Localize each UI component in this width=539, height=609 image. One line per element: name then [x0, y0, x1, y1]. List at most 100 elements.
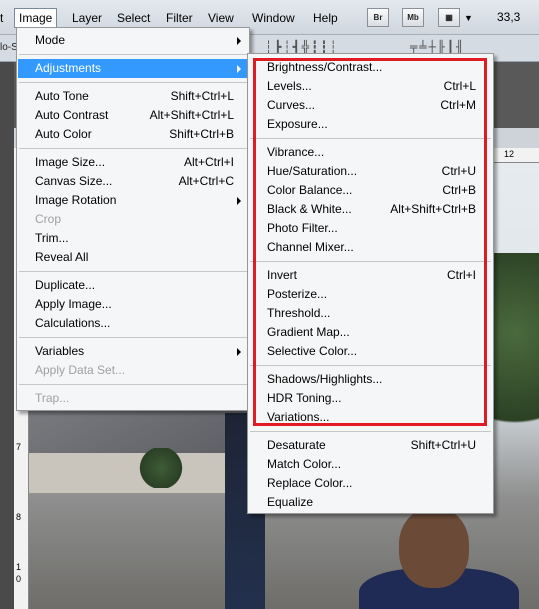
menu-item-label: Canvas Size... [35, 174, 113, 188]
menu-item-label: Image Rotation [35, 193, 117, 207]
tools-panel [0, 62, 14, 609]
adj-menu-hdr-toning[interactable]: HDR Toning... [249, 389, 492, 408]
image-menu-trim[interactable]: Trim... [18, 229, 248, 248]
menu-item-label: Selective Color... [267, 344, 358, 358]
align-icons[interactable]: ┆┣┆┫╬┇┇┆ [265, 40, 339, 54]
menu-window[interactable]: Window [252, 10, 295, 26]
submenu-arrow-icon [237, 348, 241, 356]
menu-item-label: HDR Toning... [267, 391, 342, 405]
adj-menu-equalize[interactable]: Equalize [249, 493, 492, 512]
menu-separator [19, 271, 247, 272]
menu-item-label: Exposure... [267, 117, 328, 131]
adjustments-submenu: Brightness/Contrast... Levels... Ctrl+L Cur… [247, 53, 494, 514]
menu-image[interactable]: Image [14, 8, 58, 28]
adj-menu-match-color[interactable]: Match Color... [249, 455, 492, 474]
screen-mode-icon[interactable]: ▦ [438, 8, 460, 27]
menu-layer[interactable]: Layer [72, 10, 102, 26]
image-menu-auto-color[interactable]: Auto Color Shift+Ctrl+B [18, 125, 248, 144]
menu-select[interactable]: Select [117, 10, 150, 26]
adj-menu-photo-filter[interactable]: Photo Filter... [249, 219, 492, 238]
image-menu-image-rotation[interactable]: Image Rotation [18, 191, 248, 210]
menu-item-label: Duplicate... [35, 278, 96, 292]
menu-item-label: Vibrance... [267, 145, 325, 159]
adj-menu-gradient-map[interactable]: Gradient Map... [249, 323, 492, 342]
adj-menu-channel-mixer[interactable]: Channel Mixer... [249, 238, 492, 257]
image-menu-duplicate[interactable]: Duplicate... [18, 276, 248, 295]
ruler-label: 1 [16, 562, 22, 572]
adj-menu-hue-saturation[interactable]: Hue/Saturation... Ctrl+U [249, 162, 492, 181]
dropdown-arrow-icon[interactable]: ▼ [464, 13, 473, 23]
menu-item-shortcut: Alt+Ctrl+C [178, 174, 234, 188]
ruler-label: 12 [504, 149, 515, 159]
adj-menu-selective-color[interactable]: Selective Color... [249, 342, 492, 361]
menu-separator [250, 138, 491, 139]
menu-item-label: Photo Filter... [267, 221, 338, 235]
menu-item-label: Adjustments [35, 61, 102, 75]
menu-item-label: Mode [35, 33, 66, 47]
adj-menu-shadows-highlights[interactable]: Shadows/Highlights... [249, 370, 492, 389]
menu-help[interactable]: Help [313, 10, 338, 26]
image-menu-canvas-size[interactable]: Canvas Size... Alt+Ctrl+C [18, 172, 248, 191]
menu-item-label: Image Size... [35, 155, 106, 169]
image-menu-variables[interactable]: Variables [18, 342, 248, 361]
distribute-icons[interactable]: ╤╧┼╟┃╢ [410, 40, 465, 54]
menu-item-shortcut: Ctrl+B [442, 183, 476, 197]
adj-menu-replace-color[interactable]: Replace Color... [249, 474, 492, 493]
image-menu-auto-contrast[interactable]: Auto Contrast Alt+Shift+Ctrl+L [18, 106, 248, 125]
adj-menu-variations[interactable]: Variations... [249, 408, 492, 427]
ruler-label: 8 [16, 512, 22, 522]
menu-view[interactable]: View [208, 10, 234, 26]
menu-item-label: Apply Data Set... [35, 363, 126, 377]
menu-separator [19, 82, 247, 83]
mini-bridge-button[interactable]: Mb [402, 8, 424, 27]
bridge-button[interactable]: Br [367, 8, 389, 27]
adj-menu-desaturate[interactable]: Desaturate Shift+Ctrl+U [249, 436, 492, 455]
menu-item-label: Posterize... [267, 287, 328, 301]
image-menu-apply-image[interactable]: Apply Image... [18, 295, 248, 314]
menu-item-label: Variables [35, 344, 85, 358]
menu-edit[interactable]: t [0, 10, 3, 26]
image-menu-calculations[interactable]: Calculations... [18, 314, 248, 333]
menu-item-label: Hue/Saturation... [267, 164, 358, 178]
menu-separator [19, 148, 247, 149]
menu-item-shortcut: Shift+Ctrl+L [170, 89, 234, 103]
image-menu-mode[interactable]: Mode [18, 31, 248, 50]
menu-filter[interactable]: Filter [166, 10, 193, 26]
menu-item-shortcut: Alt+Shift+Ctrl+L [149, 108, 234, 122]
menu-item-label: Gradient Map... [267, 325, 350, 339]
image-menu-trap: Trap... [18, 389, 248, 408]
adj-menu-color-balance[interactable]: Color Balance... Ctrl+B [249, 181, 492, 200]
submenu-arrow-icon [237, 65, 241, 73]
menu-separator [250, 261, 491, 262]
adj-menu-brightness-contrast[interactable]: Brightness/Contrast... [249, 58, 492, 77]
adj-menu-exposure[interactable]: Exposure... [249, 115, 492, 134]
image-menu-auto-tone[interactable]: Auto Tone Shift+Ctrl+L [18, 87, 248, 106]
menu-item-label: Trim... [35, 231, 69, 245]
menu-item-shortcut: Shift+Ctrl+B [169, 127, 234, 141]
adj-menu-vibrance[interactable]: Vibrance... [249, 143, 492, 162]
adj-menu-threshold[interactable]: Threshold... [249, 304, 492, 323]
menu-item-label: Color Balance... [267, 183, 353, 197]
image-menu-apply-data-set: Apply Data Set... [18, 361, 248, 380]
menu-item-shortcut: Alt+Ctrl+I [183, 155, 234, 169]
zoom-level[interactable]: 33,3 [497, 10, 520, 24]
menu-item-label: Brightness/Contrast... [267, 60, 383, 74]
menu-item-shortcut: Shift+Ctrl+U [410, 438, 476, 452]
adj-menu-black-white[interactable]: Black & White... Alt+Shift+Ctrl+B [249, 200, 492, 219]
menu-item-shortcut: Ctrl+U [441, 164, 476, 178]
menu-item-label: Equalize [267, 495, 314, 509]
adj-menu-invert[interactable]: Invert Ctrl+I [249, 266, 492, 285]
submenu-arrow-icon [237, 37, 241, 45]
image-menu-image-size[interactable]: Image Size... Alt+Ctrl+I [18, 153, 248, 172]
menu-item-label: Threshold... [267, 306, 331, 320]
menu-separator [19, 54, 247, 55]
menu-item-label: Replace Color... [267, 476, 353, 490]
adj-menu-curves[interactable]: Curves... Ctrl+M [249, 96, 492, 115]
menu-item-shortcut: Ctrl+I [446, 268, 476, 282]
adj-menu-posterize[interactable]: Posterize... [249, 285, 492, 304]
image-menu-reveal-all[interactable]: Reveal All [18, 248, 248, 267]
adj-menu-levels[interactable]: Levels... Ctrl+L [249, 77, 492, 96]
menu-item-label: Levels... [267, 79, 312, 93]
menu-item-shortcut: Ctrl+L [443, 79, 476, 93]
image-menu-adjustments[interactable]: Adjustments [18, 59, 248, 78]
